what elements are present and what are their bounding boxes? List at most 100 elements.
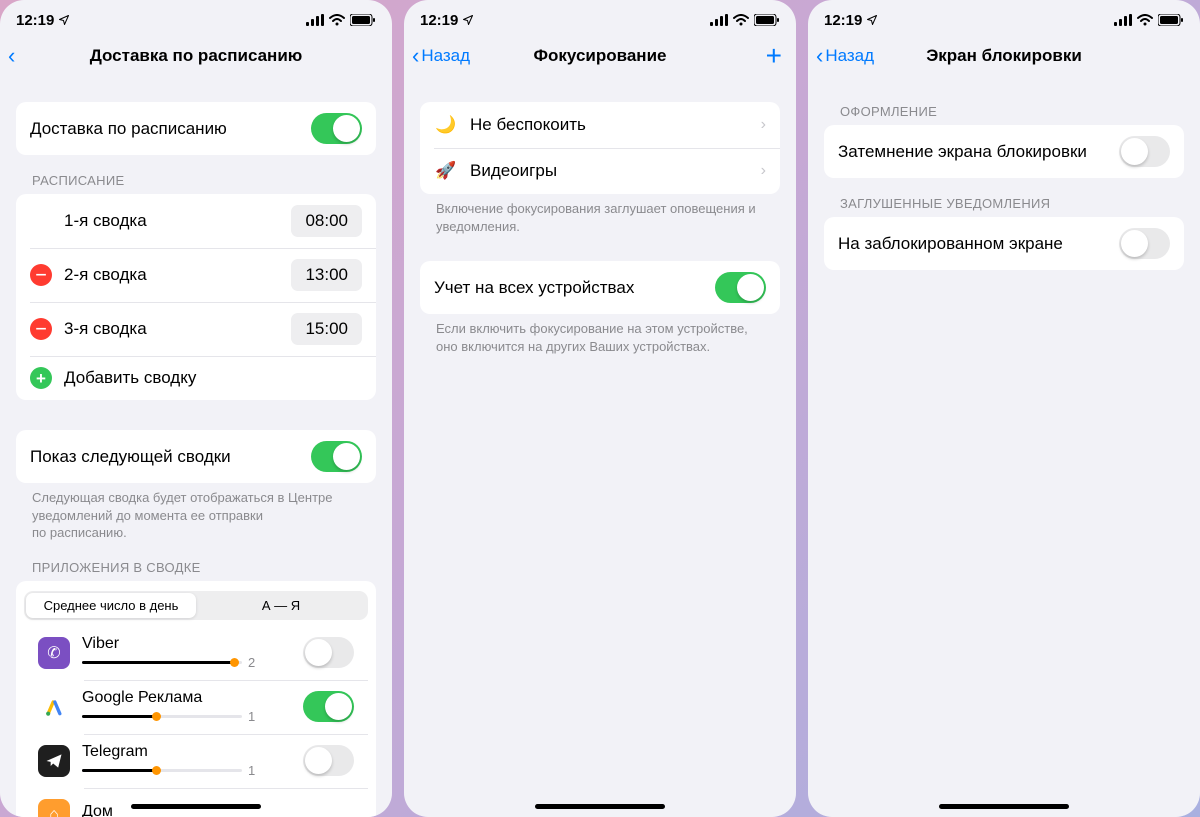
row-label: Видеоигры <box>470 161 557 181</box>
location-icon <box>866 14 878 26</box>
next-summary-footer: Следующая сводка будет отображаться в Це… <box>16 483 376 542</box>
sync-group: Учет на всех устройствах <box>420 261 780 314</box>
summary-time-button[interactable]: 15:00 <box>291 313 362 345</box>
chevron-right-icon: › <box>761 116 766 134</box>
status-left: 12:19 <box>824 12 878 29</box>
app-count: 2 <box>248 655 255 670</box>
focus-footer: Включение фокусирования заглушает оповещ… <box>420 194 780 235</box>
location-icon <box>58 14 70 26</box>
status-bar: 12:19 <box>0 6 392 34</box>
home-indicator[interactable] <box>939 804 1069 809</box>
phone-screen-1: 12:19 ‹ Доставка по расписанию Доставка … <box>0 0 392 817</box>
row-label: Показ следующей сводки <box>30 447 231 467</box>
back-button[interactable]: ‹ Назад <box>816 45 874 67</box>
scheduled-delivery-row[interactable]: Доставка по расписанию <box>16 102 376 155</box>
app-name: Google Реклама <box>82 689 293 707</box>
row-label: Доставка по расписанию <box>30 119 227 139</box>
chevron-left-icon: ‹ <box>816 45 823 67</box>
app-count: 1 <box>248 709 255 724</box>
app-row-viber: ✆ Viber 2 <box>24 626 368 680</box>
app-name: Telegram <box>82 743 293 761</box>
app-toggle[interactable] <box>303 637 354 668</box>
status-left: 12:19 <box>16 12 70 29</box>
sync-footer: Если включить фокусирование на этом устр… <box>420 314 780 355</box>
dim-lockscreen-row[interactable]: Затемнение экрана блокировки <box>824 125 1184 178</box>
back-button[interactable]: ‹ Назад <box>412 45 470 67</box>
sync-row[interactable]: Учет на всех устройствах <box>420 261 780 314</box>
on-lock-toggle[interactable] <box>1119 228 1170 259</box>
scheduled-delivery-toggle[interactable] <box>311 113 362 144</box>
focus-row-games[interactable]: 🚀 Видеоигры › <box>420 148 780 194</box>
add-summary-row[interactable]: Добавить сводку <box>16 356 376 400</box>
back-label: Назад <box>825 46 874 66</box>
chevron-right-icon: › <box>761 162 766 180</box>
signal-icon <box>306 14 324 26</box>
app-count: 1 <box>248 763 255 778</box>
next-summary-toggle[interactable] <box>311 441 362 472</box>
signal-icon <box>710 14 728 26</box>
content: 🌙 Не беспокоить › 🚀 Видеоигры › Включени… <box>404 78 796 817</box>
battery-icon <box>754 14 780 26</box>
app-toggle[interactable] <box>303 691 354 722</box>
summary-label: 3-я сводка <box>64 319 147 339</box>
add-button[interactable]: + <box>766 40 782 72</box>
add-icon <box>30 367 52 389</box>
delete-icon[interactable] <box>30 264 52 286</box>
home-indicator[interactable] <box>535 804 665 809</box>
schedule-group: 1-я сводка 08:00 2-я сводка 13:00 3-я св… <box>16 194 376 400</box>
wifi-icon <box>1137 14 1153 26</box>
summary-row-3: 3-я сводка 15:00 <box>16 302 376 356</box>
app-usage-bar <box>82 661 242 664</box>
content: ОФОРМЛЕНИЕ Затемнение экрана блокировки … <box>808 78 1200 817</box>
dim-toggle[interactable] <box>1119 136 1170 167</box>
row-label: Затемнение экрана блокировки <box>838 142 1087 162</box>
summary-label: 1-я сводка <box>30 211 147 231</box>
chevron-left-icon: ‹ <box>412 45 419 67</box>
segment-average[interactable]: Среднее число в день <box>26 593 196 618</box>
nav-bar: ‹ Доставка по расписанию <box>0 34 392 78</box>
on-lockscreen-row[interactable]: На заблокированном экране <box>824 217 1184 270</box>
app-icon-home: ⌂ <box>38 799 70 817</box>
schedule-header: РАСПИСАНИЕ <box>16 155 376 194</box>
appearance-group: Затемнение экрана блокировки <box>824 125 1184 178</box>
summary-label: 2-я сводка <box>64 265 147 285</box>
focus-row-dnd[interactable]: 🌙 Не беспокоить › <box>420 102 780 148</box>
row-label: Не беспокоить <box>470 115 586 135</box>
phone-screen-3: 12:19 ‹ Назад Экран блокировки ОФОРМЛЕНИ… <box>808 0 1200 817</box>
app-usage-bar <box>82 715 242 718</box>
appearance-header: ОФОРМЛЕНИЕ <box>824 78 1184 125</box>
phone-screen-2: 12:19 ‹ Назад Фокусирование + 🌙 Не беспо… <box>404 0 796 817</box>
muted-header: ЗАГЛУШЕННЫЕ УВЕДОМЛЕНИЯ <box>824 178 1184 217</box>
scheduled-delivery-group: Доставка по расписанию <box>16 102 376 155</box>
row-label: На заблокированном экране <box>838 234 1063 254</box>
status-time: 12:19 <box>16 12 54 29</box>
next-summary-row[interactable]: Показ следующей сводки <box>16 430 376 483</box>
summary-row-1: 1-я сводка 08:00 <box>16 194 376 248</box>
status-time: 12:19 <box>420 12 458 29</box>
row-label: Учет на всех устройствах <box>434 278 634 298</box>
status-right <box>306 14 376 26</box>
segmented-control[interactable]: Среднее число в день А — Я <box>24 591 368 620</box>
battery-icon <box>1158 14 1184 26</box>
app-icon-telegram <box>38 745 70 777</box>
app-row-telegram: Telegram 1 <box>24 734 368 788</box>
app-icon-viber: ✆ <box>38 637 70 669</box>
delete-icon[interactable] <box>30 318 52 340</box>
signal-icon <box>1114 14 1132 26</box>
status-time: 12:19 <box>824 12 862 29</box>
status-right <box>1114 14 1184 26</box>
segment-alpha[interactable]: А — Я <box>196 593 366 618</box>
apps-group: Среднее число в день А — Я ✆ Viber 2 Goo… <box>16 581 376 817</box>
app-toggle[interactable] <box>303 745 354 776</box>
sync-toggle[interactable] <box>715 272 766 303</box>
app-usage-bar <box>82 769 242 772</box>
home-indicator[interactable] <box>131 804 261 809</box>
app-icon-googleads <box>38 691 70 723</box>
summary-time-button[interactable]: 13:00 <box>291 259 362 291</box>
back-label: Назад <box>421 46 470 66</box>
nav-bar: ‹ Назад Экран блокировки <box>808 34 1200 78</box>
summary-time-button[interactable]: 08:00 <box>291 205 362 237</box>
muted-group: На заблокированном экране <box>824 217 1184 270</box>
back-button[interactable]: ‹ <box>8 45 17 67</box>
moon-icon: 🌙 <box>434 113 458 137</box>
